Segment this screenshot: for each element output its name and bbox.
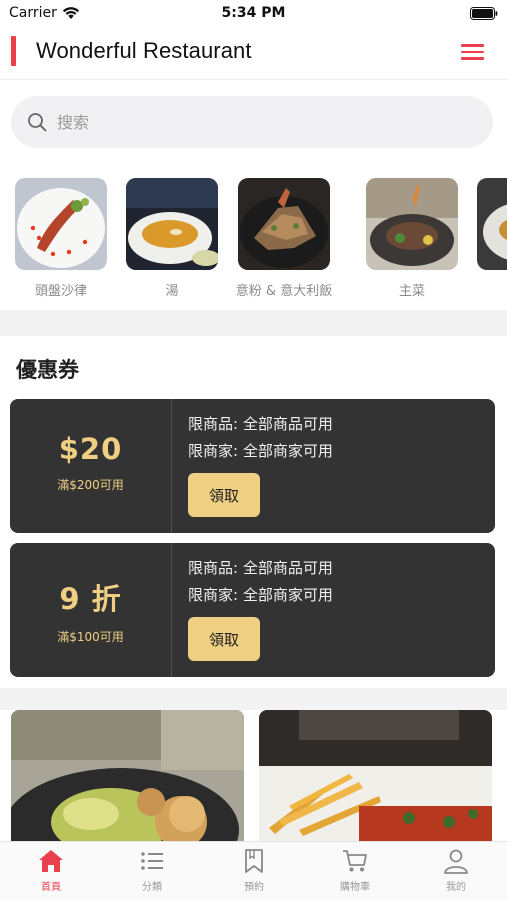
coupon-value-panel: $20 滿$200可用 (10, 399, 172, 533)
search-icon (28, 113, 47, 132)
tab-label: 預約 (244, 882, 264, 893)
category-item-partial[interactable] (468, 178, 507, 270)
category-item-soup[interactable]: 湯 (117, 178, 227, 299)
coupon-value-panel: 9 折 滿$100可用 (10, 543, 172, 677)
category-image-pasta (238, 178, 330, 270)
coupon-condition: 滿$100可用 (57, 630, 124, 644)
coupon-product-scope: 限商品: 全部商品可用 (188, 415, 333, 433)
tab-label: 購物車 (340, 882, 370, 893)
user-icon (444, 849, 468, 874)
tab-label: 我的 (446, 882, 466, 893)
category-label: 主菜 (398, 284, 425, 299)
coupon-product-scope: 限商品: 全部商品可用 (188, 559, 333, 577)
search-input[interactable] (57, 108, 457, 136)
tab-profile[interactable]: 我的 (416, 848, 496, 893)
menu-button[interactable] (458, 41, 488, 63)
coupon-condition: 滿$200可用 (57, 478, 124, 492)
category-item-salad[interactable]: 頭盤沙律 (6, 178, 116, 299)
battery-icon (470, 7, 498, 20)
tab-bar: 首頁 分類 預約 購物車 我的 (0, 841, 507, 900)
clock: 5:34 PM (221, 5, 286, 21)
category-item-main-course[interactable]: 主菜 (357, 178, 467, 299)
coupon-merchant-scope: 限商家: 全部商家可用 (188, 442, 333, 460)
coupon-card: 9 折 滿$100可用 限商品: 全部商品可用 限商家: 全部商家可用 領取 (10, 543, 495, 677)
category-label: 湯 (165, 284, 179, 299)
section-divider (0, 688, 507, 710)
app-header: Wonderful Restaurant (0, 28, 507, 80)
coupon-card: $20 滿$200可用 限商品: 全部商品可用 限商家: 全部商家可用 領取 (10, 399, 495, 533)
category-image-main-course (366, 178, 458, 270)
coupon-merchant-scope: 限商家: 全部商家可用 (188, 586, 333, 604)
menu-icon-bar-bottom (461, 57, 484, 60)
category-carousel[interactable]: 頭盤沙律 湯 意粉 & 意大利飯 主菜 (0, 168, 507, 308)
category-image-soup (126, 178, 218, 270)
category-image-partial (477, 178, 507, 270)
claim-coupon-button[interactable]: 領取 (188, 617, 260, 661)
product-card-image[interactable] (259, 710, 492, 850)
coupon-details: 限商品: 全部商品可用 限商家: 全部商家可用 領取 (188, 555, 488, 661)
product-card-image[interactable] (11, 710, 244, 850)
page-title: Wonderful Restaurant (36, 38, 252, 63)
tab-cart[interactable]: 購物車 (315, 848, 395, 893)
bookmark-icon (245, 849, 263, 873)
tab-reservation[interactable]: 預約 (214, 848, 294, 893)
claim-coupon-button[interactable]: 領取 (188, 473, 260, 517)
search-bar[interactable] (11, 96, 493, 148)
menu-icon-bar-top (461, 44, 484, 47)
cart-icon (343, 850, 367, 872)
category-image-salad (15, 178, 107, 270)
category-label: 意粉 & 意大利飯 (235, 284, 333, 299)
home-icon (39, 850, 63, 872)
coupon-details: 限商品: 全部商品可用 限商家: 全部商家可用 領取 (188, 411, 488, 517)
list-icon (141, 852, 163, 870)
category-item-pasta[interactable]: 意粉 & 意大利飯 (229, 178, 339, 299)
status-bar: Carrier 5:34 PM (0, 0, 507, 28)
tab-category[interactable]: 分類 (112, 848, 192, 893)
section-divider (0, 310, 507, 336)
tab-label: 分類 (142, 882, 162, 893)
coupon-amount: $20 (58, 432, 123, 466)
coupon-section-title: 優惠券 (16, 358, 79, 382)
category-label: 頭盤沙律 (34, 284, 87, 299)
tab-label: 首頁 (41, 882, 61, 893)
coupon-amount: 9 折 (59, 582, 122, 616)
menu-icon-bar-middle (461, 50, 484, 53)
header-accent-bar (11, 36, 16, 66)
tab-home[interactable]: 首頁 (11, 848, 91, 893)
